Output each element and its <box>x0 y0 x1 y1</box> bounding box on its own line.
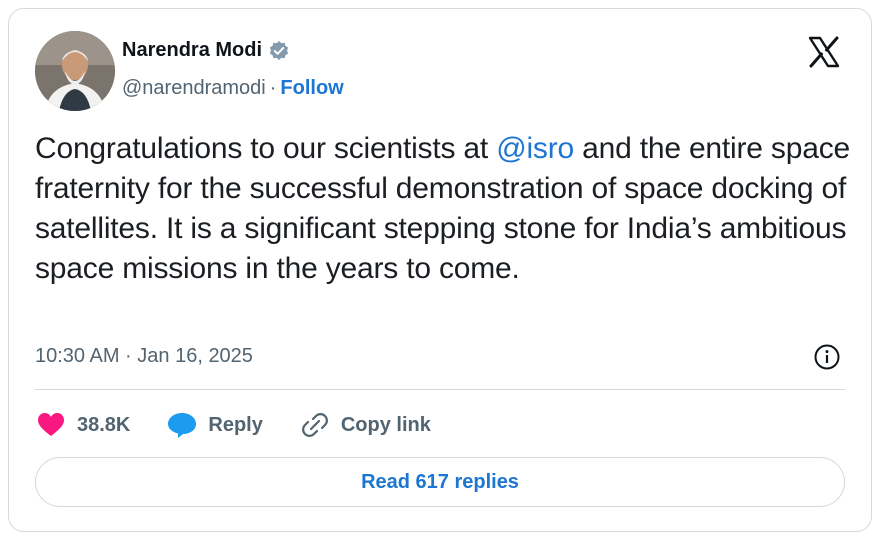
read-replies-button[interactable]: Read 617 replies <box>35 457 845 507</box>
tweet-timestamp[interactable]: 10:30 AM · Jan 16, 2025 <box>35 345 253 368</box>
avatar-image <box>35 31 115 111</box>
like-button[interactable]: 38.8K <box>35 409 130 441</box>
copy-link-label: Copy link <box>340 413 431 436</box>
handle-row: @narendramodi · Follow <box>122 77 344 100</box>
info-icon[interactable] <box>813 343 841 371</box>
follow-button[interactable]: Follow <box>280 77 343 100</box>
read-replies-label: Read 617 replies <box>361 470 519 493</box>
author-name[interactable]: Narendra Modi <box>122 39 262 62</box>
reply-label: Reply <box>208 413 263 436</box>
tweet-card: Narendra Modi @narendramodi · Follow Con… <box>8 8 872 532</box>
copy-link-button[interactable]: Copy link <box>299 409 431 441</box>
like-count: 38.8K <box>77 413 131 436</box>
verified-badge-icon <box>268 40 290 62</box>
tweet-text-start: Congratulations to our scientists at <box>35 132 497 165</box>
link-icon <box>299 409 331 441</box>
heart-icon <box>35 409 67 441</box>
reply-button[interactable]: Reply <box>166 409 263 441</box>
tweet-text: Congratulations to our scientists at @is… <box>35 129 855 289</box>
action-bar: 38.8K Reply Copy link <box>35 409 467 441</box>
author-row: Narendra Modi <box>122 39 290 62</box>
reply-bubble-icon <box>166 409 198 441</box>
avatar[interactable] <box>35 31 115 111</box>
mention-isro-link[interactable]: @isro <box>496 132 574 165</box>
x-logo-icon[interactable] <box>807 35 841 69</box>
handle-separator: · <box>269 77 277 99</box>
divider <box>35 389 845 390</box>
author-handle[interactable]: @narendramodi <box>122 77 266 100</box>
